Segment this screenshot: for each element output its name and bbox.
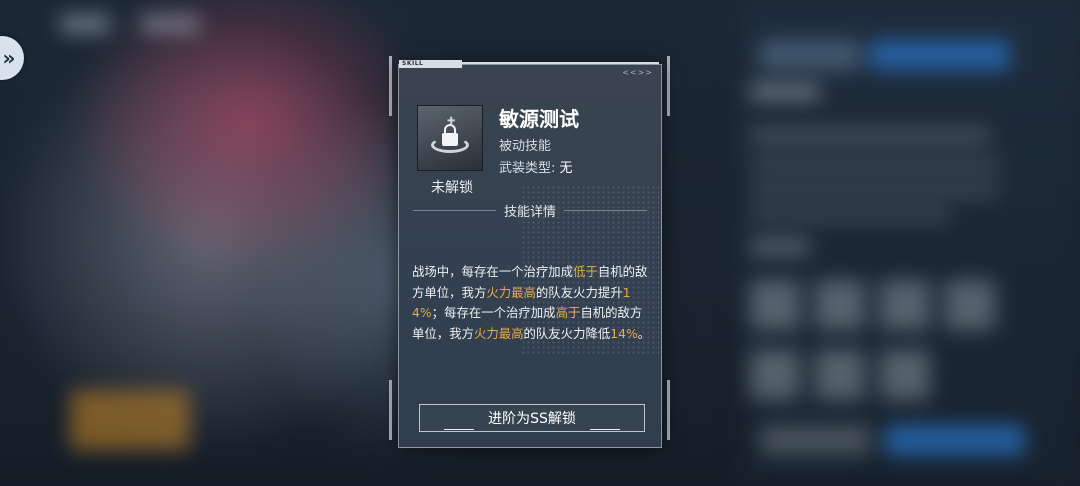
description-highlight: 14% [610,325,638,341]
description-text: 。 [637,325,651,341]
description-highlight: 低于 [573,264,598,279]
description-text: 的队友火力降低 [523,325,611,341]
skill-icon: ✚ [417,105,483,171]
description-highlight: 火力最高 [473,325,524,341]
skill-description: 战场中，每存在一个治疗加成低于自机的敌方单位，我方火力最高的队友火力提升14%；… [412,262,652,344]
double-chevron-right-icon: » [2,46,16,70]
lock-icon: ✚ [427,115,473,161]
description-text: ；每存在一个治疗加成 [431,305,556,320]
dialog-bracket-left [389,56,392,116]
description-text: 战场中，每存在一个治疗加成 [412,264,574,279]
detail-header: 技能详情 [413,201,648,220]
skill-tag: SKILL [399,60,462,68]
upgrade-unlock-label: 进阶为SS解锁 [488,411,576,427]
lock-status: 未解锁 [431,180,473,196]
armor-type-label: 武装类型: [499,161,556,176]
dialog-bracket-right-bottom [667,380,670,440]
description-highlight: 高于 [555,305,581,320]
corner-mark: <<>> [622,68,653,77]
detail-header-label: 技能详情 [504,204,557,220]
upgrade-unlock-button[interactable]: 进阶为SS解锁 [419,404,645,432]
skill-detail-dialog: SKILL <<>> ✚ 未解锁 敏源测试 被动技能 武装类型: 无 技能详情 … [398,60,662,448]
armor-type: 武装类型: 无 [499,157,573,176]
armor-type-value: 无 [559,161,573,176]
skill-type: 被动技能 [499,139,552,154]
dialog-bracket-right [667,56,670,116]
description-highlight: 火力最高 [486,284,536,300]
description-text: 的队友火力提升 [535,284,623,300]
dialog-bracket-left-bottom [389,380,392,440]
skill-name: 敏源测试 [499,107,579,131]
